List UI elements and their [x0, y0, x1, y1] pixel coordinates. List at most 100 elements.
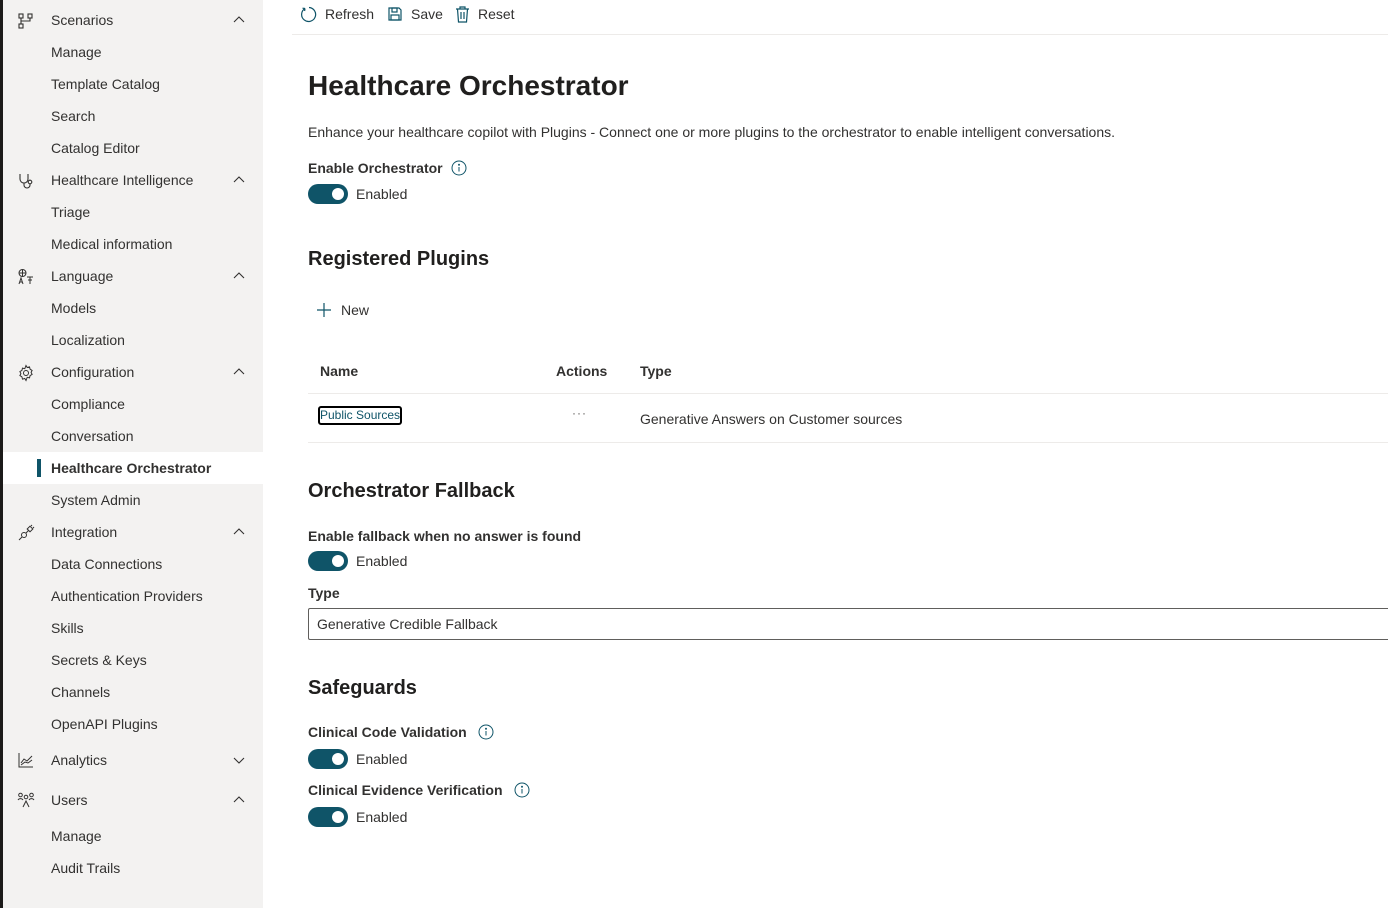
info-icon[interactable]: [451, 160, 467, 176]
sidebar-item-openapi-plugins[interactable]: OpenAPI Plugins: [3, 708, 263, 740]
toggle-state-label: Enabled: [356, 186, 408, 202]
clinical-code-validation-toggle-row: Enabled: [308, 749, 407, 769]
sidebar-group-users[interactable]: Users: [3, 780, 263, 820]
chevron-down-icon[interactable]: [232, 754, 246, 766]
new-plugin-button[interactable]: New: [316, 302, 369, 318]
toggle-knob: [332, 753, 344, 765]
sidebar-item-localization[interactable]: Localization: [3, 324, 263, 356]
sidebar-item-label: Authentication Providers: [51, 588, 203, 604]
column-header-type[interactable]: Type: [640, 363, 672, 379]
enable-fallback-label: Enable fallback when no answer is found: [308, 528, 581, 544]
chevron-up-icon[interactable]: [232, 174, 246, 186]
chevron-up-icon[interactable]: [232, 526, 246, 538]
refresh-label: Refresh: [325, 6, 375, 22]
sidebar-item-search[interactable]: Search: [3, 100, 263, 132]
toggle-knob: [332, 188, 344, 200]
column-header-name[interactable]: Name: [320, 363, 358, 379]
sidebar-item-conversation[interactable]: Conversation: [3, 420, 263, 452]
sidebar-item-catalog-editor[interactable]: Catalog Editor: [3, 132, 263, 164]
sidebar-item-system-admin[interactable]: System Admin: [3, 484, 263, 516]
fallback-type-dropdown[interactable]: Generative Credible Fallback: [308, 608, 1388, 640]
sidebar-item-label: Medical information: [51, 236, 173, 252]
enable-orchestrator-toggle-row: Enabled: [308, 184, 407, 204]
registered-plugins-heading: Registered Plugins: [308, 248, 490, 270]
sidebar-item-authentication-providers[interactable]: Authentication Providers: [3, 580, 263, 612]
sidebar-group-healthcare-intelligence[interactable]: Healthcare Intelligence: [3, 164, 263, 196]
active-indicator: [37, 459, 41, 477]
reset-button[interactable]: Reset: [455, 3, 515, 25]
sidebar-group-label: Integration: [51, 524, 118, 540]
sidebar-item-label: Catalog Editor: [51, 140, 140, 156]
sidebar-nav: Scenarios Manage Template Catalog Search…: [3, 0, 263, 908]
sidebar-group-scenarios[interactable]: Scenarios: [3, 4, 263, 36]
sidebar-item-label: Manage: [51, 828, 102, 844]
page-title: Healthcare Orchestrator: [308, 70, 629, 101]
sidebar-item-compliance[interactable]: Compliance: [3, 388, 263, 420]
sidebar-item-triage[interactable]: Triage: [3, 196, 263, 228]
sidebar-item-data-connections[interactable]: Data Connections: [3, 548, 263, 580]
new-plugin-label: New: [341, 302, 370, 318]
sidebar-group-language[interactable]: Language: [3, 260, 263, 292]
plugins-table: Name Actions Type Public Sources ··· Gen…: [308, 350, 1388, 443]
sidebar-group-label: Configuration: [51, 364, 135, 380]
sidebar-item-channels[interactable]: Channels: [3, 676, 263, 708]
add-icon: [317, 303, 331, 317]
clinical-evidence-verification-toggle[interactable]: [308, 807, 348, 827]
refresh-button[interactable]: Refresh: [300, 3, 374, 25]
chevron-up-icon[interactable]: [232, 794, 246, 806]
people-icon: [17, 792, 35, 808]
sidebar-item-label: Search: [51, 108, 96, 124]
sidebar-item-label: Channels: [51, 684, 111, 700]
plugin-name-link[interactable]: Public Sources: [318, 406, 403, 425]
sidebar-item-healthcare-orchestrator[interactable]: Healthcare Orchestrator: [3, 452, 263, 484]
toggle-knob: [332, 811, 344, 823]
sidebar-item-label: Secrets & Keys: [51, 652, 147, 668]
fallback-type-value: Generative Credible Fallback: [317, 616, 498, 632]
clinical-code-validation-text: Clinical Code Validation: [308, 724, 467, 740]
sidebar-item-scenarios-manage[interactable]: Manage: [3, 36, 263, 68]
sidebar-item-models[interactable]: Models: [3, 292, 263, 324]
gear-icon: [19, 364, 33, 382]
enable-orchestrator-toggle[interactable]: [308, 184, 348, 204]
save-button[interactable]: Save: [387, 3, 443, 25]
table-row: Public Sources ··· Generative Answers on…: [308, 394, 1388, 443]
toggle-knob: [332, 555, 344, 567]
sidebar-item-audit-trails[interactable]: Audit Trails: [3, 852, 263, 884]
clinical-code-validation-toggle[interactable]: [308, 749, 348, 769]
sidebar-item-medical-information[interactable]: Medical information: [3, 228, 263, 260]
sidebar-group-integration[interactable]: Integration: [3, 516, 263, 548]
info-icon[interactable]: [514, 782, 530, 798]
toggle-state-label: Enabled: [356, 809, 408, 825]
fallback-type-text: Type: [308, 585, 340, 601]
info-icon[interactable]: [478, 724, 494, 740]
chart-icon: [18, 753, 33, 768]
enable-orchestrator-text: Enable Orchestrator: [308, 160, 443, 176]
chevron-up-icon[interactable]: [232, 366, 246, 378]
sidebar-item-users-manage[interactable]: Manage: [3, 820, 263, 852]
chevron-up-icon[interactable]: [232, 270, 246, 282]
sidebar-item-label: Data Connections: [51, 556, 163, 572]
chevron-up-icon[interactable]: [232, 14, 246, 26]
sidebar-item-secrets-keys[interactable]: Secrets & Keys: [3, 644, 263, 676]
save-label: Save: [411, 6, 443, 22]
enable-fallback-toggle[interactable]: [308, 551, 348, 571]
sidebar-item-label: Template Catalog: [51, 76, 160, 92]
sidebar-item-label: OpenAPI Plugins: [51, 716, 158, 732]
page-description: Enhance your healthcare copilot with Plu…: [308, 124, 1116, 140]
sidebar-item-label: Manage: [51, 44, 102, 60]
sidebar-group-configuration[interactable]: Configuration: [3, 356, 263, 388]
sidebar-item-label: System Admin: [51, 492, 141, 508]
sidebar-item-skills[interactable]: Skills: [3, 612, 263, 644]
sidebar-group-analytics[interactable]: Analytics: [3, 740, 263, 780]
more-actions-icon[interactable]: ···: [572, 406, 587, 420]
toggle-state-label: Enabled: [356, 553, 408, 569]
save-icon: [388, 7, 402, 21]
sidebar-group-label: Users: [51, 792, 88, 808]
sidebar-item-label: Compliance: [51, 396, 125, 412]
sidebar-item-label: Healthcare Orchestrator: [51, 460, 212, 476]
table-header: Name Actions Type: [308, 350, 1388, 394]
sidebar-item-label: Models: [51, 300, 97, 316]
column-header-actions: Actions: [556, 363, 608, 379]
sidebar-item-template-catalog[interactable]: Template Catalog: [3, 68, 263, 100]
plug-icon: [18, 524, 35, 541]
